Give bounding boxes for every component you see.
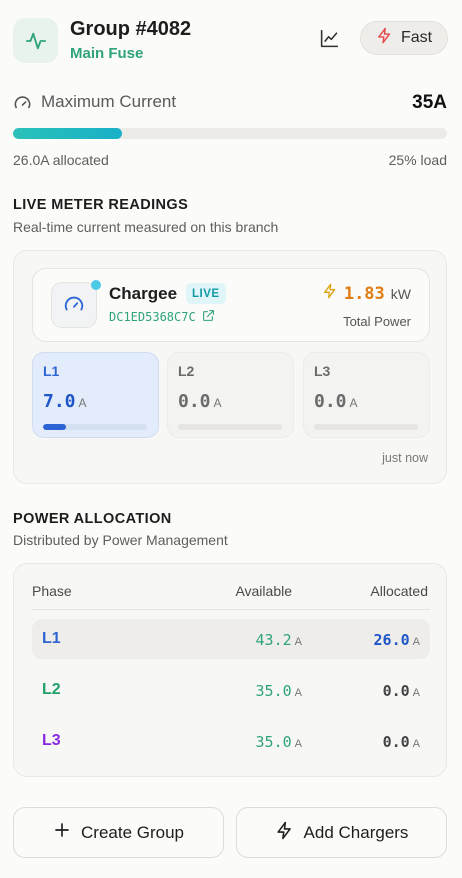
load-progress-fill xyxy=(13,128,122,139)
add-chargers-button[interactable]: Add Chargers xyxy=(236,807,447,858)
phase-value: 0.0 A xyxy=(314,391,358,412)
table-row[interactable]: L2 35.0 A 0.0 A xyxy=(32,670,430,710)
row-phase: L2 xyxy=(42,681,61,698)
create-group-button[interactable]: Create Group xyxy=(13,807,224,858)
phase-value: 7.0 A xyxy=(43,391,87,412)
power-allocation-title: POWER ALLOCATION xyxy=(13,511,172,527)
row-phase: L1 xyxy=(42,630,61,647)
header-divider xyxy=(32,609,430,610)
row-available: 35.0 A xyxy=(255,682,302,700)
row-phase: L3 xyxy=(42,732,61,749)
gauge-icon xyxy=(13,94,32,118)
phase-name: L3 xyxy=(314,363,331,379)
table-row[interactable]: L3 35.0 A 0.0 A xyxy=(32,721,430,761)
zap-icon xyxy=(275,821,294,845)
load-text: 25% load xyxy=(388,152,447,168)
phase-card-l1[interactable]: L1 7.0 A xyxy=(32,352,159,438)
total-power: 1.83 kW xyxy=(322,283,411,304)
row-allocated: 26.0 A xyxy=(373,631,420,649)
speedometer-icon xyxy=(51,282,97,328)
group-subtitle: Main Fuse xyxy=(70,45,144,62)
last-updated: just now xyxy=(382,451,428,465)
charger-id: DC1ED5368C7C xyxy=(109,310,196,324)
power-label: Total Power xyxy=(343,314,411,329)
live-meter-title: LIVE METER READINGS xyxy=(13,197,189,213)
power-allocation-subtitle: Distributed by Power Management xyxy=(13,532,228,548)
plus-icon xyxy=(53,821,71,844)
live-meter-subtitle: Real-time current measured on this branc… xyxy=(13,219,279,235)
max-current-row: Maximum Current 35A xyxy=(13,92,449,114)
zap-icon xyxy=(376,27,393,49)
row-allocated: 0.0 A xyxy=(382,682,420,700)
create-group-label: Create Group xyxy=(81,822,184,842)
charger-id-link[interactable]: DC1ED5368C7C xyxy=(109,309,215,325)
add-chargers-label: Add Chargers xyxy=(303,822,409,842)
charger-name: Chargee xyxy=(109,284,178,303)
activity-icon xyxy=(13,18,58,63)
phase-bar xyxy=(43,424,147,430)
fast-mode-button[interactable]: Fast xyxy=(360,21,448,55)
row-allocated: 0.0 A xyxy=(382,733,420,751)
allocation-table: Phase Available Allocated L1 43.2 A 26.0 A… xyxy=(13,563,447,777)
phase-bar xyxy=(314,424,418,430)
allocated-text: 26.0A allocated xyxy=(13,152,109,168)
allocation-summary: 26.0A allocated 25% load xyxy=(13,152,447,168)
column-header-phase: Phase xyxy=(32,583,72,599)
live-badge: LIVE xyxy=(186,283,226,304)
column-header-allocated: Allocated xyxy=(370,583,428,599)
row-available: 43.2 A xyxy=(255,631,302,649)
max-current-label: Maximum Current xyxy=(41,92,177,111)
column-header-available: Available xyxy=(235,583,292,599)
phase-value: 0.0 A xyxy=(178,391,222,412)
power-value: 1.83 xyxy=(343,284,385,304)
phase-card-l3[interactable]: L3 0.0 A xyxy=(303,352,430,438)
live-status-dot xyxy=(91,280,101,290)
phase-card-l2[interactable]: L2 0.0 A xyxy=(167,352,294,438)
charger-card[interactable]: Chargee LIVE DC1ED5368C7C 1.83 kW Total … xyxy=(32,268,430,342)
max-current-value: 35A xyxy=(412,92,447,113)
line-chart-icon[interactable] xyxy=(317,26,341,50)
group-title: Group #4082 xyxy=(70,18,192,40)
row-available: 35.0 A xyxy=(255,733,302,751)
load-progress-bar xyxy=(13,128,447,139)
bolt-icon xyxy=(322,283,338,304)
fast-mode-label: Fast xyxy=(400,29,433,46)
group-header: Group #4082 Main Fuse Fast xyxy=(13,16,449,64)
table-row[interactable]: L1 43.2 A 26.0 A xyxy=(32,619,430,659)
phase-name: L2 xyxy=(178,363,195,379)
phase-name: L1 xyxy=(43,363,60,379)
live-meter-card: Chargee LIVE DC1ED5368C7C 1.83 kW Total … xyxy=(13,250,447,484)
power-unit: kW xyxy=(390,286,411,302)
phase-bar xyxy=(178,424,282,430)
external-link-icon xyxy=(202,309,215,325)
